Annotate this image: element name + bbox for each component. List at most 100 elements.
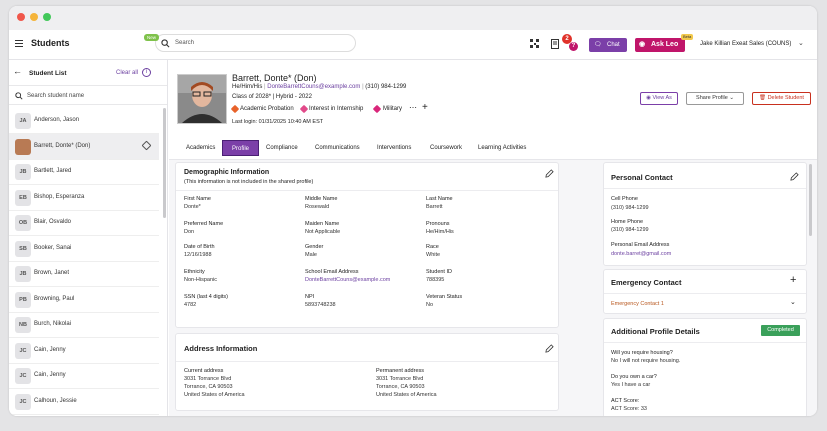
student-search-placeholder: Search student name xyxy=(27,93,85,99)
info-icon[interactable]: i xyxy=(142,68,151,77)
student-name: Booker, Sanai xyxy=(34,244,72,251)
qr-code-icon[interactable] xyxy=(530,39,539,48)
student-list-item[interactable]: EB Bishop, Esperanza xyxy=(9,185,159,211)
chat-label: Chat xyxy=(607,42,620,48)
student-name: Barrett, Donte* (Don) xyxy=(34,142,91,149)
avatar-initials: PB xyxy=(15,291,31,308)
edit-pencil-icon[interactable] xyxy=(545,169,554,178)
student-search-input[interactable]: Search student name xyxy=(9,85,167,105)
tab-academics[interactable]: Academics xyxy=(186,140,215,156)
chat-button[interactable]: 🗨 Chat xyxy=(589,38,627,52)
personal-email-link[interactable]: donte.barret@gmail.com xyxy=(611,251,671,257)
tag-icon xyxy=(230,104,240,114)
chevron-down-icon[interactable]: ⌄ xyxy=(790,298,796,306)
emergency-contact-1[interactable]: Emergency Contact 1 xyxy=(611,301,664,307)
edit-pencil-icon[interactable] xyxy=(545,344,554,353)
student-list-item[interactable]: JB Brown, Janet xyxy=(9,261,159,287)
phone: (310) 984-1299 xyxy=(365,84,407,90)
school-email-address-value[interactable]: DonteBarrettCouns@example.com xyxy=(305,277,390,283)
preferred-name-value: Don xyxy=(184,229,195,235)
preferred-name-label: Preferred Name xyxy=(184,221,224,227)
home-phone-label: Home Phone xyxy=(611,219,644,225)
tag-interest-in-internship[interactable]: Interest in Internship xyxy=(309,106,363,112)
share-profile-button[interactable]: Share Profile ⌄ xyxy=(686,92,744,105)
current-address-label: Current address xyxy=(184,368,224,374)
view-as-button[interactable]: ◉ View As xyxy=(640,92,678,105)
email-link[interactable]: DonteBarrettCouns@example.com xyxy=(267,84,360,90)
permanent-address-line2: Torrance, CA 90503 xyxy=(376,384,425,390)
current-address-line2: Torrance, CA 90503 xyxy=(184,384,233,390)
tab-compliance[interactable]: Compliance xyxy=(266,140,298,156)
trash-icon: 🗑 xyxy=(759,95,767,101)
student-name: Anderson, Jason xyxy=(34,117,80,123)
menu-icon[interactable] xyxy=(15,40,23,47)
tab-profile[interactable]: Profile xyxy=(222,140,259,156)
student-list-item[interactable]: JB Bartlett, Jared xyxy=(9,159,159,185)
student-list-sidebar: ← Student List Clear all i Search studen… xyxy=(9,60,168,416)
delete-student-button[interactable]: 🗑 Delete Student xyxy=(752,92,811,105)
student-list-item[interactable]: PB Browning, Paul xyxy=(9,287,159,313)
right-panel-scrollbar[interactable] xyxy=(809,164,812,236)
student-list-item[interactable]: JC Calhoun, Jessie xyxy=(9,389,159,415)
student-name: Calhoun, Jessie xyxy=(34,397,77,404)
tab-communications[interactable]: Communications xyxy=(315,140,360,156)
tag-military[interactable]: Military xyxy=(383,106,402,112)
divider xyxy=(176,190,558,191)
tag-icon xyxy=(299,104,309,114)
add-tag-icon[interactable]: + xyxy=(422,102,428,113)
help-icon[interactable]: ? xyxy=(569,42,578,51)
avatar-initials: JC xyxy=(15,342,31,359)
clear-all-link[interactable]: Clear all xyxy=(116,70,138,76)
user-menu[interactable]: Jake Killian Exeat Sales (COUNS) xyxy=(700,41,791,47)
chevron-down-icon: ⌄ xyxy=(729,95,734,101)
avatar-initials: JA xyxy=(15,113,31,129)
student-list-item[interactable]: JA Anderson, Jason xyxy=(9,108,159,134)
profile-header: Barrett, Donte* (Don) He/Him/His | Donte… xyxy=(169,60,817,138)
tab-interventions[interactable]: Interventions xyxy=(377,140,411,156)
demographic-card: Demographic Information (This informatio… xyxy=(175,162,559,328)
pronouns-value: He/Him/His xyxy=(426,229,454,235)
more-options-icon[interactable]: ⋯ xyxy=(409,103,417,112)
document-icon[interactable] xyxy=(551,39,560,49)
minimize-window-button[interactable] xyxy=(30,13,38,21)
gender-value: Male xyxy=(305,252,317,258)
back-arrow-icon[interactable]: ← xyxy=(13,66,22,76)
date-of-birth-label: Date of Birth xyxy=(184,244,215,250)
ask-leo-button[interactable]: ◉ Ask Leo xyxy=(635,38,685,52)
npi-value: 5893748238 xyxy=(305,302,336,308)
veteran-status-value: No xyxy=(426,302,434,308)
student-list-item[interactable]: SB Booker, Sanai xyxy=(9,236,159,262)
leo-icon: ◉ xyxy=(639,41,646,48)
student-name: Cain, Jenny xyxy=(34,346,66,353)
add-emergency-contact-icon[interactable]: + xyxy=(790,274,796,286)
tag-academic-probation[interactable]: Academic Probation xyxy=(240,106,294,112)
sidebar-scrollbar[interactable] xyxy=(163,108,166,218)
global-search[interactable]: Search xyxy=(155,34,356,52)
tag-row: Academic Probation Interest in Internshi… xyxy=(230,102,532,115)
avatar xyxy=(15,138,31,155)
last-name-label: Last Name xyxy=(426,196,453,202)
chevron-down-icon[interactable]: ⌄ xyxy=(798,39,804,47)
tab-learning-activities[interactable]: Learning Activities xyxy=(478,140,526,156)
act-question: ACT Score: xyxy=(611,398,640,404)
housing-answer: No I will not require housing. xyxy=(611,358,681,364)
emergency-contact-card: Emergency Contact + Emergency Contact 1 … xyxy=(603,269,807,314)
maximize-window-button[interactable] xyxy=(43,13,51,21)
tag-icon[interactable] xyxy=(141,140,152,150)
contact-line: He/Him/His | DonteBarrettCouns@example.c… xyxy=(232,84,407,90)
address-title: Address Information xyxy=(184,344,258,353)
share-profile-label: Share Profile xyxy=(696,95,728,101)
student-name: Burch, Nikolai xyxy=(34,321,72,327)
tab-coursework[interactable]: Coursework xyxy=(430,140,462,156)
permanent-address-line3: United States of America xyxy=(376,392,437,398)
student-list-item[interactable]: JC Cain, Jenny xyxy=(9,363,159,389)
search-icon xyxy=(15,92,23,100)
student-list-item[interactable]: Barrett, Donte* (Don) xyxy=(9,133,159,160)
student-list-item[interactable]: OB Blair, Osvaldo xyxy=(9,210,159,236)
edit-pencil-icon[interactable] xyxy=(790,172,799,181)
close-window-button[interactable] xyxy=(17,13,25,21)
car-question: Do you own a car? xyxy=(611,374,657,380)
student-list-item[interactable]: NB Burch, Nikolai xyxy=(9,312,159,338)
new-badge: New xyxy=(144,34,160,41)
student-list-item[interactable]: JC Cain, Jenny xyxy=(9,338,159,364)
